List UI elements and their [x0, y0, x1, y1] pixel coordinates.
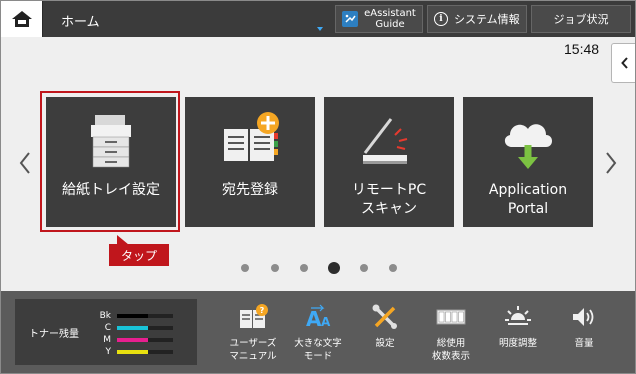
tile-application-portal[interactable]: Application Portal — [463, 97, 593, 227]
toner-fill — [117, 326, 148, 330]
tool-label-line2: モード — [303, 351, 333, 362]
info-icon: i — [434, 12, 448, 26]
job-status-button[interactable]: ジョブ状況 — [531, 5, 631, 33]
toner-code: Y — [105, 347, 112, 357]
settings-tools-icon — [355, 303, 415, 331]
svg-text:A: A — [321, 315, 331, 329]
tool-label-line1: 設定 — [375, 338, 395, 349]
next-page-arrow[interactable] — [601, 149, 621, 177]
tool-label: 設定 — [351, 337, 419, 350]
home-icon — [11, 11, 32, 27]
side-panel-toggle[interactable] — [611, 43, 635, 83]
eassistant-label-line2: Guide — [375, 19, 405, 30]
settings-button[interactable]: 設定 — [355, 299, 415, 365]
toner-bar — [117, 338, 173, 342]
volume-button[interactable]: 音量 — [554, 299, 614, 365]
toner-row-bk: Bk — [95, 311, 173, 321]
total-count-button[interactable]: 総使用 枚数表示 — [421, 299, 481, 365]
home-button[interactable] — [1, 1, 43, 37]
tool-label-line1: 大きな文字 — [294, 338, 342, 349]
title-dropdown-caret-icon[interactable] — [317, 27, 323, 31]
eassistant-guide-button[interactable]: eAssistant Guide — [335, 5, 423, 33]
toner-row-m: M — [95, 335, 173, 345]
tool-label: 音量 — [550, 337, 618, 350]
svg-text:?: ? — [260, 306, 265, 315]
manual-icon: ? — [223, 303, 283, 331]
toner-fill — [117, 350, 148, 354]
address-book-add-icon — [185, 111, 315, 171]
toner-bar — [117, 350, 173, 354]
scanner-icon — [324, 111, 454, 171]
pager-dot[interactable] — [241, 264, 249, 272]
eassistant-icon — [342, 11, 358, 27]
toner-title: トナー残量 — [29, 329, 79, 340]
brightness-icon — [488, 303, 548, 331]
tap-callout: タップ — [109, 244, 169, 266]
tool-label: ユーザーズ マニュアル — [219, 337, 287, 363]
pager-dot-active[interactable] — [328, 262, 340, 274]
tile-label-line1: Application — [488, 182, 568, 198]
tool-label: 大きな文字 モード — [284, 337, 352, 363]
system-info-label: システム情報 — [454, 13, 520, 26]
toner-row-c: C — [95, 323, 173, 333]
tool-label: 明度調整 — [484, 337, 552, 350]
tool-label-line1: ユーザーズ — [229, 338, 277, 349]
chevron-right-icon — [606, 152, 617, 174]
pager-dot[interactable] — [360, 264, 368, 272]
toner-bar — [117, 326, 173, 330]
toner-fill — [117, 338, 148, 342]
svg-text:A: A — [306, 307, 322, 330]
tool-label: 総使用 枚数表示 — [417, 337, 485, 363]
pager-dot[interactable] — [271, 264, 279, 272]
top-bar: ホーム eAssistant Guide i システム情報 ジョブ状況 — [1, 1, 635, 37]
tool-label-line1: 明度調整 — [498, 338, 537, 349]
toner-code: Bk — [99, 311, 111, 321]
large-text-mode-button[interactable]: A A 大きな文字 モード — [288, 299, 348, 365]
tile-label-line2: Portal — [507, 201, 549, 217]
tool-label-line2: 枚数表示 — [431, 351, 470, 362]
tap-highlight-frame — [40, 91, 180, 232]
users-manual-button[interactable]: ? ユーザーズ マニュアル — [223, 299, 283, 365]
tile-label: 宛先登録 — [222, 182, 278, 198]
toner-code: M — [103, 335, 111, 345]
chevron-left-icon — [19, 152, 30, 174]
cloud-download-icon — [463, 111, 593, 171]
bottom-bar: トナー残量 Bk C M Y ? ユーザーズ マニュアル A A 大きな文字 モ… — [1, 291, 635, 373]
system-info-button[interactable]: i システム情報 — [427, 5, 527, 33]
tile-address-registration[interactable]: 宛先登録 — [185, 97, 315, 227]
counter-icon — [421, 303, 481, 331]
chevron-left-icon — [620, 57, 628, 69]
previous-page-arrow[interactable] — [15, 149, 35, 177]
toner-row-y: Y — [95, 347, 173, 357]
screen-frame: ホーム eAssistant Guide i システム情報 ジョブ状況 15:4… — [0, 0, 636, 374]
large-text-icon: A A — [288, 303, 348, 331]
brightness-adjust-button[interactable]: 明度調整 — [488, 299, 548, 365]
tool-label-line1: 音量 — [574, 338, 594, 349]
pager-dot[interactable] — [300, 264, 308, 272]
pager-dot[interactable] — [389, 264, 397, 272]
page-title: ホーム — [61, 15, 100, 30]
tile-label-line2: スキャン — [361, 201, 417, 217]
volume-icon — [554, 303, 614, 331]
clock: 15:48 — [564, 41, 600, 57]
eassistant-label-line1: eAssistant — [364, 8, 416, 19]
tool-label-line2: マニュアル — [229, 351, 277, 362]
toner-fill — [117, 314, 148, 318]
tile-label-line1: リモートPC — [351, 182, 427, 198]
toner-bar — [117, 314, 173, 318]
toner-code: C — [104, 323, 111, 333]
tool-label-line1: 総使用 — [436, 338, 466, 349]
tile-remote-pc-scan[interactable]: リモートPC スキャン — [324, 97, 454, 227]
toner-level-panel[interactable]: トナー残量 Bk C M Y — [15, 299, 197, 365]
eassistant-label: eAssistant Guide — [358, 8, 422, 30]
